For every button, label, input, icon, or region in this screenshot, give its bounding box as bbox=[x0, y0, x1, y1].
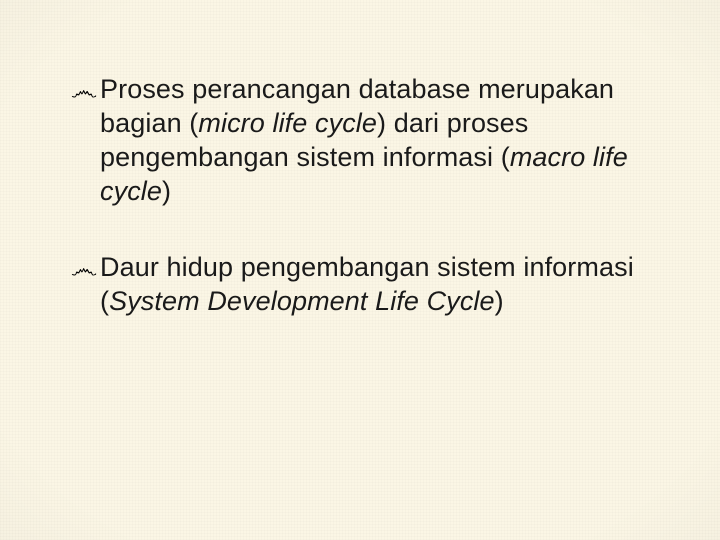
bullet-icon: ෴ bbox=[70, 252, 98, 286]
slide: ෴ Proses perancangan database merupakan … bbox=[0, 0, 720, 540]
list-item: ෴ Daur hidup pengembangan sistem informa… bbox=[70, 250, 660, 318]
text-span: micro life cycle bbox=[198, 108, 377, 138]
list-item-text: Proses perancangan database merupakan ba… bbox=[100, 72, 660, 208]
bullet-icon: ෴ bbox=[70, 74, 98, 108]
text-span: ) bbox=[495, 286, 504, 316]
text-span: ) bbox=[162, 176, 171, 206]
list-item: ෴ Proses perancangan database merupakan … bbox=[70, 72, 660, 208]
content-area: ෴ Proses perancangan database merupakan … bbox=[70, 72, 660, 360]
list-item-text: Daur hidup pengembangan sistem informasi… bbox=[100, 250, 660, 318]
text-span: System Development Life Cycle bbox=[109, 286, 495, 316]
